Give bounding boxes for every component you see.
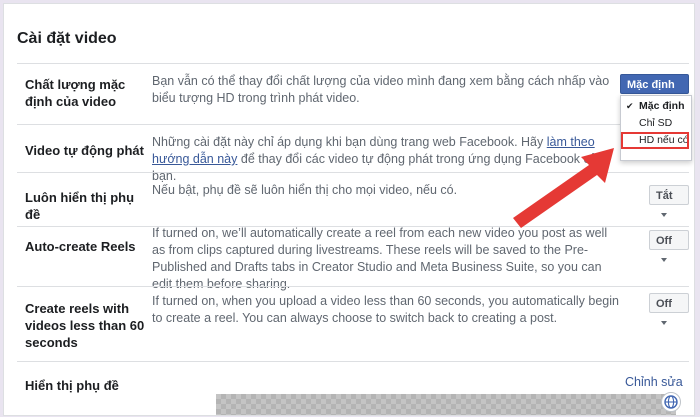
- dropdown-option-sd-only[interactable]: Chỉ SD: [621, 115, 689, 132]
- setting-label: Video tự động phát: [25, 143, 144, 158]
- edit-captions-link[interactable]: Chỉnh sửa: [625, 375, 683, 389]
- setting-label: Chất lượng mặc định của video: [25, 77, 126, 109]
- quality-dropdown-menu: ✔ Mặc định Chỉ SD HD nếu có: [620, 95, 692, 161]
- checkmark-icon: ✔: [626, 101, 634, 111]
- setting-label: Luôn hiển thị phụ đề: [25, 190, 135, 222]
- setting-label: Auto-create Reels: [25, 239, 136, 254]
- caret-down-icon: [661, 258, 667, 262]
- caption-preview-strip: [216, 394, 676, 415]
- setting-row-default-quality: Chất lượng mặc định của video Bạn vẫn có…: [17, 63, 689, 124]
- setting-description: If turned on, we’ll automatically create…: [152, 226, 608, 291]
- page-title: Cài đặt video: [17, 30, 117, 47]
- option-label: Chỉ SD: [639, 117, 673, 129]
- default-quality-dropdown-button[interactable]: Mặc định: [620, 74, 689, 106]
- setting-row-auto-create-reels: Auto-create Reels If turned on, we’ll au…: [17, 226, 689, 291]
- button-label: Mặc định: [627, 79, 675, 91]
- annotation-highlight-box: [621, 132, 689, 149]
- setting-row-reels-under-60s: Create reels with videos less than 60 se…: [17, 286, 689, 361]
- globe-icon[interactable]: [661, 392, 681, 412]
- setting-label: Hiển thị phụ đề: [25, 378, 119, 393]
- auto-create-reels-dropdown-button[interactable]: Off: [649, 230, 689, 262]
- caret-down-icon: [661, 321, 667, 325]
- caret-down-icon: [661, 213, 667, 217]
- setting-description: Bạn vẫn có thể thay đổi chất lượng của v…: [152, 74, 610, 105]
- video-settings-panel: Cài đặt video Chất lượng mặc định của vi…: [3, 3, 695, 416]
- always-captions-dropdown-button[interactable]: Tắt: [649, 185, 689, 217]
- dropdown-option-default[interactable]: ✔ Mặc định: [621, 98, 689, 115]
- button-label: Off: [656, 235, 672, 247]
- button-label: Tắt: [656, 190, 673, 202]
- annotation-arrow-icon: [513, 148, 614, 228]
- setting-description: If turned on, when you upload a video le…: [152, 294, 619, 325]
- button-label: Off: [656, 298, 672, 310]
- setting-label: Create reels with videos less than 60 se…: [25, 301, 145, 350]
- reels-under-60s-dropdown-button[interactable]: Off: [649, 293, 689, 325]
- description-text: Những cài đặt này chỉ áp dụng khi bạn dù…: [152, 135, 547, 149]
- option-label: Mặc định: [639, 100, 685, 112]
